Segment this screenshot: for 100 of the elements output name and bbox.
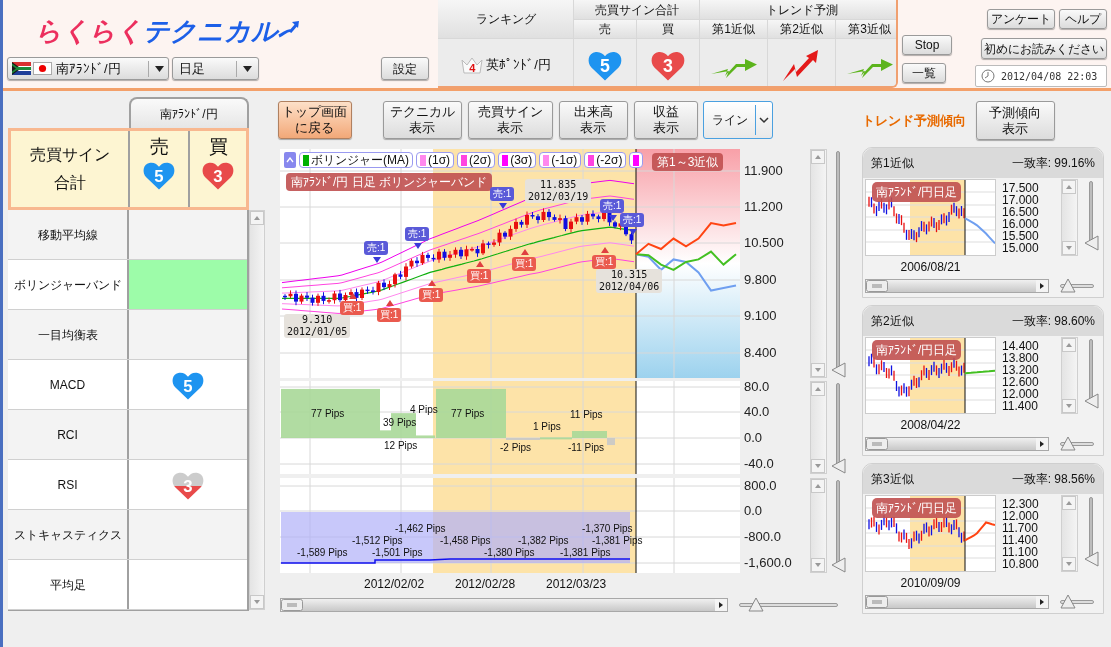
zoom-slider[interactable] [1058,278,1096,294]
zoom-slider[interactable] [831,381,847,474]
slider-thumb[interactable] [747,597,764,612]
scroll-down-icon[interactable] [1062,557,1076,571]
legend-item[interactable]: (1σ) [416,152,455,168]
signal-tag: 売:1 [364,241,389,255]
horizontal-scrollbar[interactable] [865,279,1049,293]
signal-cell[interactable] [127,260,247,309]
card-title: 第2近似 [871,313,914,330]
survey-button[interactable]: アンケート [987,9,1055,29]
slider-thumb[interactable] [831,458,846,474]
match-rate: 一致率: 98.60% [1011,313,1095,330]
signal-tag: 買:1 [512,257,537,271]
zoom-slider[interactable] [1084,495,1100,567]
date-label: 2010/09/09 [900,575,961,592]
legend-item[interactable]: (-2σ) [584,152,627,168]
buy-marker-icon [428,280,436,286]
slider-thumb[interactable] [1084,235,1099,251]
zoom-slider[interactable] [831,149,847,378]
slider-thumb[interactable] [831,557,846,573]
scroll-down-icon[interactable] [811,363,825,377]
period-dropdown[interactable]: 日足 [172,57,259,80]
vertical-scrollbar[interactable] [1061,337,1078,414]
signal-cell[interactable] [127,210,247,259]
column-header: 売 [574,20,636,38]
scroll-thumb[interactable] [281,599,303,611]
horizontal-scrollbar[interactable] [865,595,1049,609]
slider-thumb[interactable] [1059,594,1076,609]
tab[interactable]: 南ｱﾗﾝﾄﾞ/円 [129,97,249,128]
scroll-thumb[interactable] [866,280,888,292]
horizontal-scrollbar[interactable] [280,598,728,612]
chart-type-dropdown[interactable]: ライン [703,101,773,139]
vertical-scrollbar[interactable] [1061,495,1078,572]
axis-label: 40.0 [744,405,770,419]
scroll-right-icon[interactable] [715,599,727,611]
scroll-up-icon[interactable] [1062,338,1076,352]
vertical-scrollbar[interactable] [810,478,827,573]
currency-pair: 英ﾎﾟﾝﾄﾞ/円 [486,55,551,74]
date-text: 2012/01/05 [287,326,348,338]
stop-button[interactable]: Stop [902,35,952,55]
signal-cell[interactable] [127,410,247,459]
toolbar-button[interactable]: テクニカル表示 [383,101,462,139]
vertical-scrollbar[interactable] [810,149,827,378]
scroll-right-icon[interactable] [1036,596,1048,608]
collapse-button[interactable] [284,152,296,168]
axis-label: 80.0 [744,380,770,394]
slider-thumb[interactable] [1084,393,1099,409]
vertical-scrollbar[interactable] [1061,179,1078,256]
scroll-down-icon[interactable] [1062,399,1076,413]
scroll-thumb[interactable] [866,438,888,450]
signal-cell[interactable] [127,510,247,559]
signal-tag: 買:1 [592,255,617,269]
scroll-up-icon[interactable] [811,382,825,396]
scroll-right-icon[interactable] [1036,438,1048,450]
scroll-up-icon[interactable] [250,211,264,225]
slider-thumb[interactable] [831,362,846,378]
scroll-up-icon[interactable] [1062,496,1076,510]
zoom-slider[interactable] [831,478,847,573]
pips-label: 39 Pips [383,417,417,428]
list-button[interactable]: 一覧 [902,63,946,83]
scroll-down-icon[interactable] [811,558,825,572]
readme-button[interactable]: 初めにお読みください [981,38,1107,59]
toolbar-button[interactable]: 出来高表示 [559,101,628,139]
scroll-down-icon[interactable] [1062,241,1076,255]
date-label: 2012/03/23 [546,576,607,593]
scroll-right-icon[interactable] [1036,280,1048,292]
scroll-down-icon[interactable] [250,595,264,609]
legend-item[interactable]: ボリンジャー(MA) [299,152,413,168]
legend-swatch[interactable] [629,152,644,168]
axis-label: 12.600 [1002,376,1040,388]
scroll-up-icon[interactable] [811,150,825,164]
legend-item[interactable]: (3σ) [498,152,537,168]
zoom-slider[interactable] [1058,436,1096,452]
scroll-thumb[interactable] [866,596,888,608]
zoom-slider[interactable] [1084,337,1100,409]
scroll-down-icon[interactable] [811,459,825,473]
slider-thumb[interactable] [1084,551,1099,567]
vertical-scrollbar[interactable] [810,381,827,474]
pips-label: 12 Pips [384,440,418,451]
settings-button[interactable]: 設定 [381,57,429,80]
column-header: 売 [149,135,169,159]
forecast-trend-button[interactable]: 予測傾向表示 [976,101,1055,140]
scroll-up-icon[interactable] [811,479,825,493]
signal-cell[interactable] [127,310,247,359]
currency-dropdown[interactable]: 南ｱﾗﾝﾄﾞ/円 [7,57,169,80]
toolbar-button[interactable]: 収益表示 [634,101,698,139]
vertical-scrollbar[interactable] [249,210,265,610]
legend-item[interactable]: (2σ) [457,152,496,168]
zoom-slider[interactable] [737,597,840,613]
scroll-up-icon[interactable] [1062,180,1076,194]
slider-thumb[interactable] [1059,436,1076,451]
help-button[interactable]: ヘルプ [1059,9,1107,29]
legend-item[interactable]: (-1σ) [539,152,582,168]
horizontal-scrollbar[interactable] [865,437,1049,451]
toolbar-button[interactable]: 売買サイン表示 [468,101,553,139]
slider-thumb[interactable] [1059,278,1076,293]
toolbar-button[interactable]: トップ画面に戻る [278,101,352,139]
zoom-slider[interactable] [1084,179,1100,251]
signal-cell[interactable] [127,560,247,609]
zoom-slider[interactable] [1058,594,1096,610]
